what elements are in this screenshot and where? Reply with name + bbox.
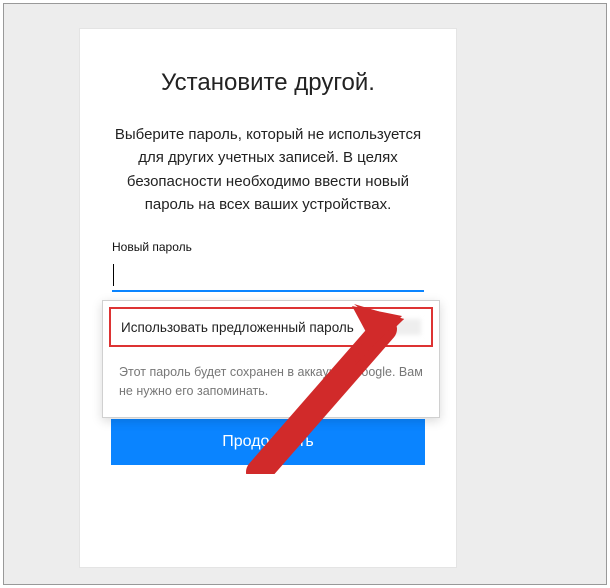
- password-card: Установите другой. Выберите пароль, кото…: [79, 28, 457, 568]
- password-input[interactable]: [112, 262, 424, 290]
- suggestion-label: Использовать предложенный пароль: [121, 320, 354, 335]
- password-suggestion-popup: Использовать предложенный пароль Этот па…: [102, 300, 440, 418]
- continue-button[interactable]: Продолжить: [111, 419, 425, 465]
- password-field-label: Новый пароль: [112, 240, 424, 254]
- text-cursor-icon: [113, 264, 114, 286]
- suggestion-info-text: Этот пароль будет сохранен в аккаунте Go…: [103, 353, 439, 417]
- suggested-password-value: [364, 319, 421, 335]
- password-input-wrap[interactable]: [112, 262, 424, 292]
- description-text: Выберите пароль, который не используется…: [112, 123, 424, 216]
- page-background: Установите другой. Выберите пароль, кото…: [3, 3, 607, 585]
- use-suggested-password-button[interactable]: Использовать предложенный пароль: [109, 307, 433, 347]
- page-title: Установите другой.: [112, 69, 424, 97]
